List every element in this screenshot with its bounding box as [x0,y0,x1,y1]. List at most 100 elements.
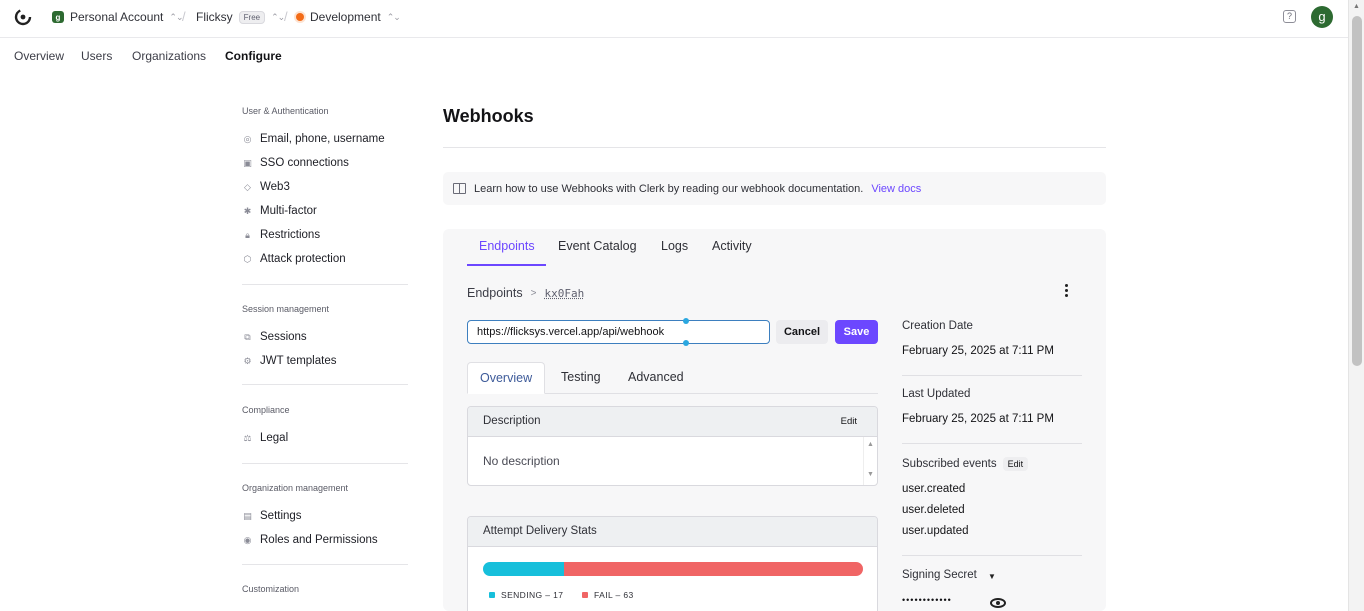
last-updated-value: February 25, 2025 at 7:11 PM [902,413,1054,425]
page-scrollbar[interactable]: ▲ [1348,0,1364,611]
breadcrumb-endpoints-link[interactable]: Endpoints [467,286,523,300]
subnav-users[interactable]: Users [81,49,112,63]
tab-activity[interactable]: Activity [712,239,752,253]
legend-label: FAIL – 63 [594,590,634,600]
environment-name: Development [310,10,381,24]
sidebar-item-legal[interactable]: ⚖ Legal [242,432,288,444]
sso-icon: ▣ [243,157,252,168]
tab-testing[interactable]: Testing [561,362,601,394]
subnav-configure[interactable]: Configure [225,49,282,63]
app-switcher[interactable]: Flicksy Free ⌃⌄ [196,10,285,24]
event-item: user.deleted [902,504,965,516]
legend-fail: FAIL – 63 [582,590,634,600]
sidebar-item-label: Multi-factor [260,205,317,217]
event-item: user.created [902,483,966,495]
user-avatar[interactable]: g [1311,6,1333,28]
creation-date-value: February 25, 2025 at 7:11 PM [902,345,1054,357]
sidebar-heading: Organization management [242,483,349,493]
delivery-stats-card: Attempt Delivery Stats SENDING – 17 FAIL… [467,516,878,611]
sidebar-item-web3[interactable]: ◇ Web3 [242,181,290,193]
multi-factor-icon: ✱ [243,205,252,216]
sidebar-item-email-phone-username[interactable]: ◎ Email, phone, username [242,133,385,145]
subnav-overview[interactable]: Overview [14,49,64,63]
tab-overview[interactable]: Overview [467,362,546,394]
info-text: Learn how to use Webhooks with Clerk by … [474,182,864,195]
breadcrumb: Endpoints > kx0Fah [467,286,584,300]
more-options-icon[interactable] [1060,283,1072,299]
tab-logs[interactable]: Logs [661,239,688,253]
legend-sending: SENDING – 17 [489,590,563,600]
tab-endpoints[interactable]: Endpoints [479,239,535,253]
sidebar-heading: Customization [242,584,300,594]
eye-icon[interactable] [990,598,1006,608]
sidebar-item-sso-connections[interactable]: ▣ SSO connections [242,157,349,169]
description-scrollbar[interactable]: ▲ ▼ [863,437,877,485]
description-title: Description [483,415,541,427]
subnav-organizations[interactable]: Organizations [132,49,206,63]
environment-switcher[interactable]: Development ⌃⌄ [296,10,401,24]
sidebar-item-label: Legal [260,432,289,444]
book-icon [453,183,466,194]
chevron-right-icon: > [530,287,537,299]
web3-icon: ◇ [244,181,251,192]
breadcrumb-endpoint-id: kx0Fah [544,286,585,300]
save-button[interactable]: Save [835,320,878,344]
settings-icon: ▤ [243,510,252,521]
description-text: No description [483,454,560,468]
legend-label: SENDING – 17 [501,590,564,600]
sidebar-item-jwt-templates[interactable]: ⚙ JWT templates [242,355,336,367]
caret-down-icon[interactable]: ▼ [988,572,996,581]
sidebar-item-roles-and-permissions[interactable]: ◉ Roles and Permissions [242,534,378,546]
sidebar-item-attack-protection[interactable]: ⬡ Attack protection [242,253,346,265]
edit-events-button[interactable]: Edit [1002,457,1029,471]
roles-icon: ◉ [243,534,252,545]
selection-handle[interactable] [683,318,689,324]
chevron-updown-icon: ⌃⌄ [271,11,285,22]
endpoint-url-input[interactable] [467,320,770,344]
docs-info-banner: Learn how to use Webhooks with Clerk by … [443,172,1106,205]
configure-subnav: Overview Users Organizations Configure [0,38,1348,74]
details-divider [902,375,1082,376]
sidebar-heading: User & Authentication [242,106,329,116]
account-avatar: g [52,11,64,23]
event-item: user.updated [902,525,969,537]
sidebar-item-multi-factor[interactable]: ✱ Multi-factor [242,205,317,217]
scroll-up-icon[interactable]: ▲ [1353,3,1360,10]
sidebar-item-restrictions[interactable]: 🔒︎ Restrictions [242,229,320,241]
delivery-stats-header: Attempt Delivery Stats [468,517,877,547]
view-docs-link[interactable]: View docs [871,183,921,195]
scroll-up-icon[interactable]: ▲ [867,441,874,448]
delivery-stats-bar [483,562,863,576]
sidebar-item-label: JWT templates [260,355,337,367]
account-name: Personal Account [70,10,164,24]
chevron-updown-icon: ⌃⌄ [386,11,401,22]
sidebar-item-label: Roles and Permissions [260,534,378,546]
fail-segment [563,562,863,576]
signing-secret-value: •••••••••••• [902,595,952,605]
sidebar-item-sessions[interactable]: ⧉ Sessions [242,331,306,343]
tab-advanced[interactable]: Advanced [628,362,684,394]
subscribed-events-label: Subscribed events Edit [902,457,1029,471]
legend-swatch [582,592,588,598]
sidebar-item-label: SSO connections [260,157,349,169]
clerk-logo-icon[interactable] [14,8,32,26]
cancel-button[interactable]: Cancel [776,320,828,344]
edit-description-button[interactable]: Edit [841,407,857,436]
environment-dot-icon [296,13,304,21]
help-icon[interactable]: ? [1283,10,1296,23]
sidebar-divider [242,463,408,464]
scroll-down-icon[interactable]: ▼ [867,471,874,478]
sidebar-heading: Compliance [242,405,290,415]
fingerprint-icon: ◎ [243,133,252,144]
account-switcher[interactable]: g Personal Account ⌃⌄ [52,10,184,24]
creation-date-label: Creation Date [902,320,973,332]
tab-event-catalog[interactable]: Event Catalog [558,239,637,253]
scroll-thumb[interactable] [1352,16,1362,366]
selection-handle[interactable] [683,340,689,346]
chevron-updown-icon: ⌃⌄ [169,11,183,22]
sidebar-item-settings[interactable]: ▤ Settings [242,510,301,522]
top-bar: g Personal Account ⌃⌄ / Flicksy Free ⌃⌄ … [0,0,1348,38]
sessions-icon: ⧉ [244,331,251,342]
sidebar-divider [242,384,408,385]
webhooks-panel: Endpoints Event Catalog Logs Activity En… [443,229,1106,611]
